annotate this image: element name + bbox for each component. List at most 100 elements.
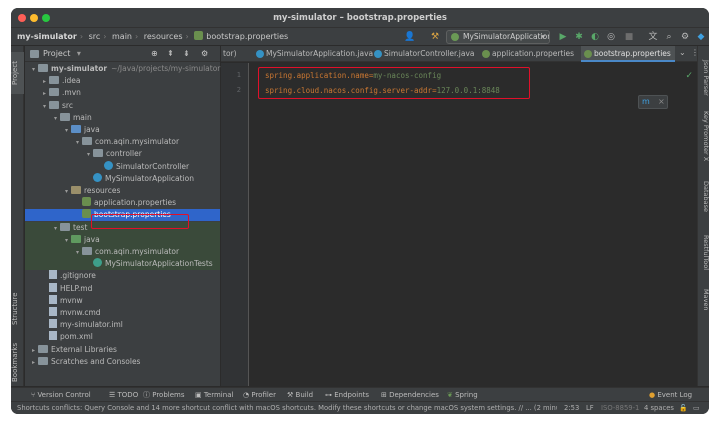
breadcrumb-item[interactable]: resources [144,32,183,41]
key-promoter-tool-button[interactable]: Key Promoter X [698,104,709,168]
restfultool-tool-button[interactable]: RestfulTool [698,232,709,272]
chevron-down-icon[interactable]: ▾ [77,49,81,58]
run-configuration-select[interactable]: MySimulatorApplication ▾ [446,30,550,44]
translate-icon[interactable]: 文 [647,31,659,43]
tree-item[interactable]: mvnw [25,294,220,307]
tree-item[interactable]: ▸ External Libraries [25,344,220,356]
caret-position[interactable]: 2:53 [564,402,579,414]
search-icon[interactable]: ⌕ [663,31,675,43]
line-separator[interactable]: LF [586,402,594,414]
tree-item[interactable]: ▾ java [25,124,220,136]
gear-icon[interactable]: ⚙ [201,46,208,62]
endpoints-tool-button[interactable]: ⊶ Endpoints [325,388,369,402]
tree-item[interactable]: MySimulatorApplicationTests [25,258,220,271]
collapse-all-icon[interactable]: ⇞ [167,46,174,62]
chevron-down-icon[interactable]: ▾ [73,137,82,149]
chevron-down-icon[interactable]: ▾ [73,247,82,259]
coverage-icon[interactable]: ◐ [589,31,601,43]
code-editor[interactable]: 1 2 spring.application.name=my-nacos-con… [221,63,697,386]
tree-item[interactable]: ▸ .mvn [25,87,220,99]
event-log-tool-button[interactable]: ● Event Log [649,388,692,402]
chevron-down-icon[interactable]: ▾ [51,113,60,125]
editor-tab[interactable]: SimulatorController.java [371,46,477,62]
chevron-down-icon: ▾ [541,32,545,41]
chevron-down-icon[interactable]: ▾ [62,235,71,247]
structure-tool-button[interactable]: Structure [11,288,24,330]
inspection-ok-icon[interactable]: ✓ [685,71,693,81]
version-control-tool-button[interactable]: ⑂ Version Control [31,388,91,402]
status-message[interactable]: Shortcuts conflicts: Query Console and 1… [17,402,557,414]
tree-item[interactable]: ▸ .idea [25,75,220,87]
breadcrumb-item[interactable]: my-simulator [17,32,77,41]
tree-item[interactable]: HELP.md [25,282,220,295]
database-tool-button[interactable]: Database [698,180,709,214]
tree-item[interactable]: .gitignore [25,270,220,282]
tree-item[interactable]: mvnw.cmd [25,307,220,319]
memory-indicator-icon[interactable]: ▭ [693,402,699,414]
chevron-down-icon[interactable]: ▾ [62,186,71,198]
tree-item[interactable]: SimulatorController [25,160,220,173]
editor-tab-active[interactable]: bootstrap.properties [581,46,675,62]
tree-item[interactable]: ▾ com.aqin.mysimulator [25,136,220,148]
stop-icon[interactable]: ■ [623,31,635,43]
tab-list-chevron-icon[interactable]: ⌄ [679,48,686,57]
tree-item[interactable]: ▾ my-simulator ~/Java/projects/my-simulato… [25,63,220,75]
user-icon[interactable]: 👤 [404,31,416,43]
run-icon[interactable]: ▶ [557,31,569,43]
minimize-window-button[interactable] [30,14,38,22]
debug-icon[interactable]: ✱ [573,31,585,43]
chevron-down-icon[interactable]: ▾ [84,149,93,161]
problems-tool-button[interactable]: ⓘ Problems [143,388,185,402]
close-window-button[interactable] [18,14,26,22]
chevron-right-icon[interactable]: ▸ [40,76,49,88]
tree-item[interactable]: ▾ src [25,100,220,112]
maven-tool-button[interactable]: Maven [698,286,709,314]
bookmarks-tool-button[interactable]: Bookmarks [11,340,24,384]
tree-item[interactable]: ▾ java [25,233,220,247]
maven-reload-icon[interactable]: m [642,97,650,106]
breadcrumb-item[interactable]: bootstrap.properties [206,32,288,41]
chevron-down-icon[interactable]: ▾ [40,101,49,113]
plugin-icon[interactable]: ◆ [695,31,707,43]
tree-item[interactable]: MySimulatorApplication [25,172,220,185]
project-tool-button[interactable]: Project [11,52,24,94]
project-panel-header: Project ▾ ⊕ ⇞ ⇟ ⚙ [25,46,220,62]
json-parser-tool-button[interactable]: Json Parser [698,60,709,96]
chevron-right-icon[interactable]: ▸ [29,345,38,357]
tree-item[interactable]: pom.xml [25,331,220,343]
close-icon[interactable]: × [658,97,665,106]
chevron-down-icon[interactable]: ▾ [51,223,60,235]
profile-icon[interactable]: ◎ [605,31,617,43]
file-encoding[interactable]: ISO-8859-1 [601,402,639,414]
editor-tab[interactable]: tor) [221,46,251,62]
tree-item[interactable]: ▸ Scratches and Consoles [25,356,220,368]
tree-item[interactable]: ▾ resources [25,185,220,197]
chevron-right-icon[interactable]: ▸ [40,88,49,100]
locate-icon[interactable]: ⊕ [151,46,158,62]
breadcrumb-item[interactable]: main [112,32,132,41]
tree-item[interactable]: ▾ controller [25,148,220,160]
lock-icon[interactable]: 🔓 [679,402,687,414]
breadcrumb-item[interactable]: src [89,32,101,41]
chevron-down-icon[interactable]: ▾ [29,64,38,76]
hammer-icon[interactable]: ⚒ [429,31,441,43]
chevron-right-icon[interactable]: ▸ [29,357,38,369]
tree-item[interactable]: ▾ main [25,112,220,124]
dependencies-tool-button[interactable]: ⊞ Dependencies [381,388,439,402]
editor-tab[interactable]: MySimulatorApplication.java [253,46,373,62]
editor-tab[interactable]: application.properties [479,46,579,62]
tree-item[interactable]: ▾ com.aqin.mysimulator [25,246,220,258]
tree-item[interactable]: my-simulator.iml [25,319,220,331]
gear-icon[interactable]: ⚙ [679,31,691,43]
expand-all-icon[interactable]: ⇟ [183,46,190,62]
profiler-tool-button[interactable]: ◔ Profiler [243,388,276,402]
zoom-window-button[interactable] [42,14,50,22]
project-panel-title[interactable]: Project [43,49,70,58]
tree-item[interactable]: application.properties [25,197,220,209]
spring-tool-button[interactable]: ❦ Spring [447,388,478,402]
todo-tool-button[interactable]: ☰ TODO [109,388,138,402]
terminal-tool-button[interactable]: ▣ Terminal [195,388,233,402]
chevron-down-icon[interactable]: ▾ [62,125,71,137]
indent-setting[interactable]: 4 spaces [644,402,674,414]
build-tool-button[interactable]: ⚒ Build [287,388,313,402]
